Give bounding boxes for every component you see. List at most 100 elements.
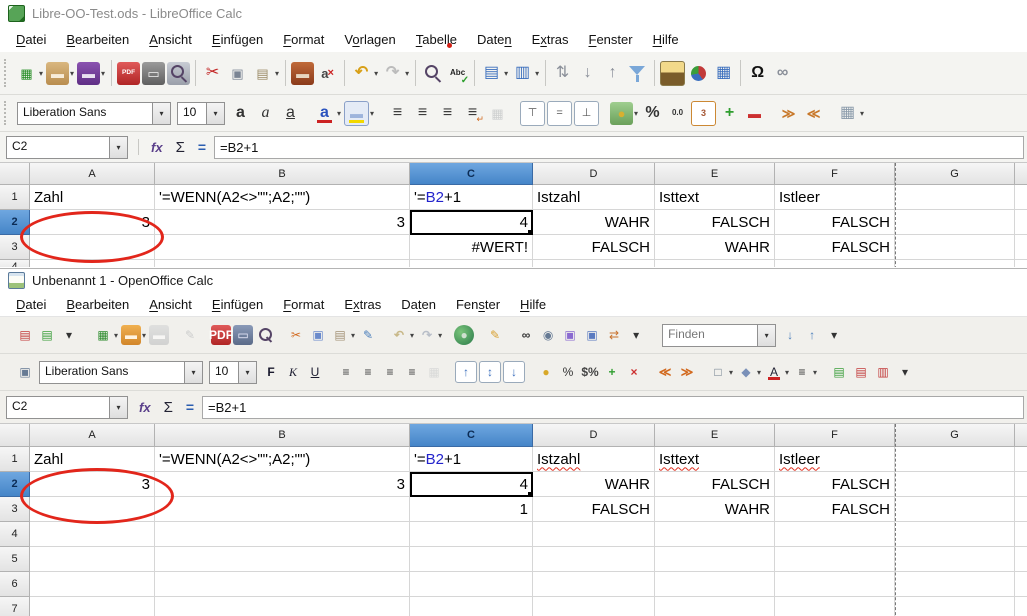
open-dropdown[interactable]: ▾ <box>142 331 146 340</box>
align-right-icon[interactable]: ≡ <box>436 102 459 125</box>
borders-dropdown[interactable]: ▾ <box>729 368 733 377</box>
paste-icon[interactable]: ▤ <box>251 62 274 85</box>
find-dropdown[interactable]: ▾ <box>757 325 775 346</box>
name-box-dropdown[interactable]: ▾ <box>109 137 127 158</box>
cell-A7[interactable] <box>30 597 155 616</box>
cell-D6[interactable] <box>533 572 655 597</box>
name-box[interactable]: C2 ▾ <box>6 136 128 159</box>
copy-icon[interactable]: ▣ <box>226 62 249 85</box>
select-all-corner[interactable] <box>0 424 30 447</box>
name-box[interactable]: C2 ▾ <box>6 396 128 419</box>
cell-F5[interactable] <box>775 547 895 572</box>
find-replace-icon[interactable]: ∞ <box>516 325 536 345</box>
menu-daten[interactable]: Daten <box>467 29 522 50</box>
cell-D2[interactable]: WAHR <box>533 210 655 235</box>
cell-E7[interactable] <box>655 597 775 616</box>
wrap-text-icon[interactable]: ≡ <box>461 102 484 125</box>
column-header-E[interactable]: E <box>655 424 775 447</box>
italic-icon[interactable]: K <box>283 362 303 382</box>
cut-icon[interactable]: ✂ <box>201 62 224 85</box>
hyperlink-icon[interactable]: ● <box>454 325 474 345</box>
cell-C4[interactable] <box>410 260 533 267</box>
cell-D5[interactable] <box>533 547 655 572</box>
new-document-dropdown[interactable]: ▾ <box>114 331 118 340</box>
redo-dropdown[interactable]: ▾ <box>405 69 409 78</box>
cell-B4[interactable] <box>155 260 410 267</box>
cell-C1[interactable]: '=B2+1 <box>410 185 533 210</box>
cell-D1[interactable]: Istzahl <box>533 447 655 472</box>
font-size-dropdown[interactable]: ▾ <box>238 362 256 383</box>
hyperlink-icon[interactable]: ∞ <box>771 62 794 85</box>
date-format-icon[interactable]: 3 <box>691 101 716 126</box>
delete-columns-icon[interactable]: ▥ <box>873 362 893 382</box>
bold-icon[interactable]: a <box>229 102 252 125</box>
cell-B1[interactable]: '=WENN(A2<>"";A2;"") <box>155 185 410 210</box>
cell-G3[interactable] <box>895 497 1015 522</box>
cell-G1[interactable] <box>895 185 1015 210</box>
menu-fenster[interactable]: Fenster <box>446 294 510 315</box>
row-header-1[interactable]: 1 <box>0 185 30 210</box>
column-header-F[interactable]: F <box>775 163 895 185</box>
menu-format[interactable]: Format <box>273 294 334 315</box>
cell-E5[interactable] <box>655 547 775 572</box>
cell-G5[interactable] <box>895 547 1015 572</box>
formula-input[interactable]: =B2+1 <box>202 396 1024 419</box>
add-decimal-icon[interactable]: + <box>718 102 741 125</box>
formula-icon[interactable]: = <box>193 139 211 155</box>
toolbar-overflow-dropdown[interactable]: ▾ <box>626 325 646 345</box>
find-down-icon[interactable]: ↓ <box>780 325 800 345</box>
font-color-dropdown[interactable]: ▾ <box>337 109 341 118</box>
percent-format-icon[interactable]: % <box>641 102 664 125</box>
select-all-corner[interactable] <box>0 163 30 185</box>
align-top-icon[interactable]: ⊤ <box>520 101 545 126</box>
column-header-A[interactable]: A <box>30 163 155 185</box>
table-overflow-dropdown[interactable]: ▾ <box>59 325 79 345</box>
page-preview-icon[interactable] <box>255 325 275 345</box>
column-header-B[interactable]: B <box>155 424 410 447</box>
font-color-dropdown[interactable]: ▾ <box>785 368 789 377</box>
borders-icon[interactable]: □ <box>708 362 728 382</box>
insert-pivot-icon[interactable]: ▦ <box>712 62 735 85</box>
cell-E3[interactable]: WAHR <box>655 497 775 522</box>
formula-icon[interactable]: = <box>181 399 199 415</box>
cell-D2[interactable]: WAHR <box>533 472 655 497</box>
redo-icon[interactable]: ↷ <box>417 325 437 345</box>
cell-G7[interactable] <box>895 597 1015 616</box>
percent-format-icon[interactable]: % <box>558 362 578 382</box>
align-center-icon[interactable]: ≡ <box>411 102 434 125</box>
cell-D4[interactable] <box>533 522 655 547</box>
undo-dropdown[interactable]: ▾ <box>410 331 414 340</box>
cell-G2[interactable] <box>895 210 1015 235</box>
sum-icon[interactable]: Σ <box>171 139 190 156</box>
sort-descending-icon[interactable]: ↑ <box>601 62 624 85</box>
clear-formatting-icon[interactable]: a <box>316 62 339 85</box>
justify-icon[interactable]: ≡ <box>402 362 422 382</box>
insert-row-dropdown[interactable]: ▾ <box>504 69 508 78</box>
export-pdf-icon[interactable]: PDF <box>117 62 140 85</box>
font-color-icon[interactable]: A <box>764 362 784 382</box>
cell-C3[interactable]: 1 <box>410 497 533 522</box>
menu-tabelle[interactable]: Tabelle <box>406 29 467 50</box>
font-name-combobox[interactable]: Liberation Sans ▾ <box>39 361 203 384</box>
function-wizard-icon[interactable]: fx <box>134 400 156 415</box>
menu-hilfe[interactable]: Hilfe <box>510 294 556 315</box>
print-icon[interactable]: ▭ <box>142 62 165 85</box>
cell-F1[interactable]: Istleer <box>775 185 895 210</box>
row-header-5[interactable]: 5 <box>0 547 30 572</box>
cell-C4[interactable] <box>410 522 533 547</box>
row-header-1[interactable]: 1 <box>0 447 30 472</box>
cell-F4[interactable] <box>775 260 895 267</box>
cell-A5[interactable] <box>30 547 155 572</box>
line-style-icon[interactable]: ≡ <box>792 362 812 382</box>
cell-E1[interactable]: Isttext <box>655 185 775 210</box>
currency-format-icon[interactable]: ● <box>610 102 633 125</box>
spelling-icon[interactable]: Abc <box>446 62 469 85</box>
highlighting-icon[interactable]: ▬ <box>344 101 369 126</box>
column-header-D[interactable]: D <box>533 424 655 447</box>
cell-G4[interactable] <box>895 260 1015 267</box>
cell-E1[interactable]: Isttext <box>655 447 775 472</box>
cell-F3[interactable]: FALSCH <box>775 235 895 260</box>
standard-format-icon[interactable]: $% <box>580 362 600 382</box>
underline-icon[interactable]: a <box>279 102 302 125</box>
paste-icon[interactable]: ▤ <box>330 325 350 345</box>
